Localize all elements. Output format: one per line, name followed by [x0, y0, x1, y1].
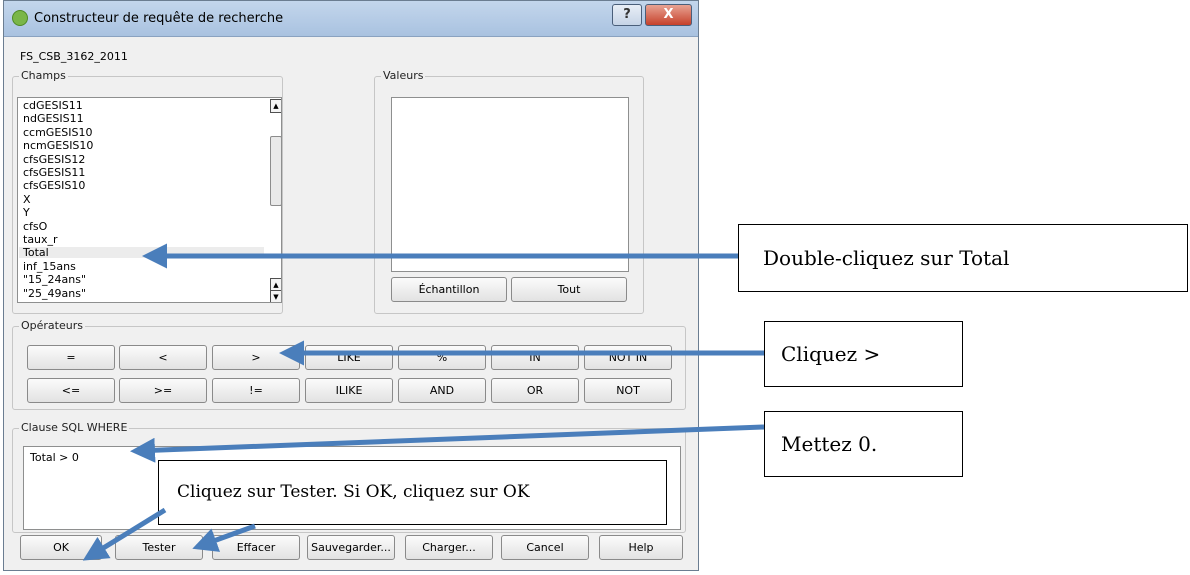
annotation-arrows	[82, 243, 765, 561]
arrow-to-where	[130, 424, 765, 463]
arrow-to-ok	[82, 507, 167, 561]
arrow-to-test	[192, 523, 256, 552]
